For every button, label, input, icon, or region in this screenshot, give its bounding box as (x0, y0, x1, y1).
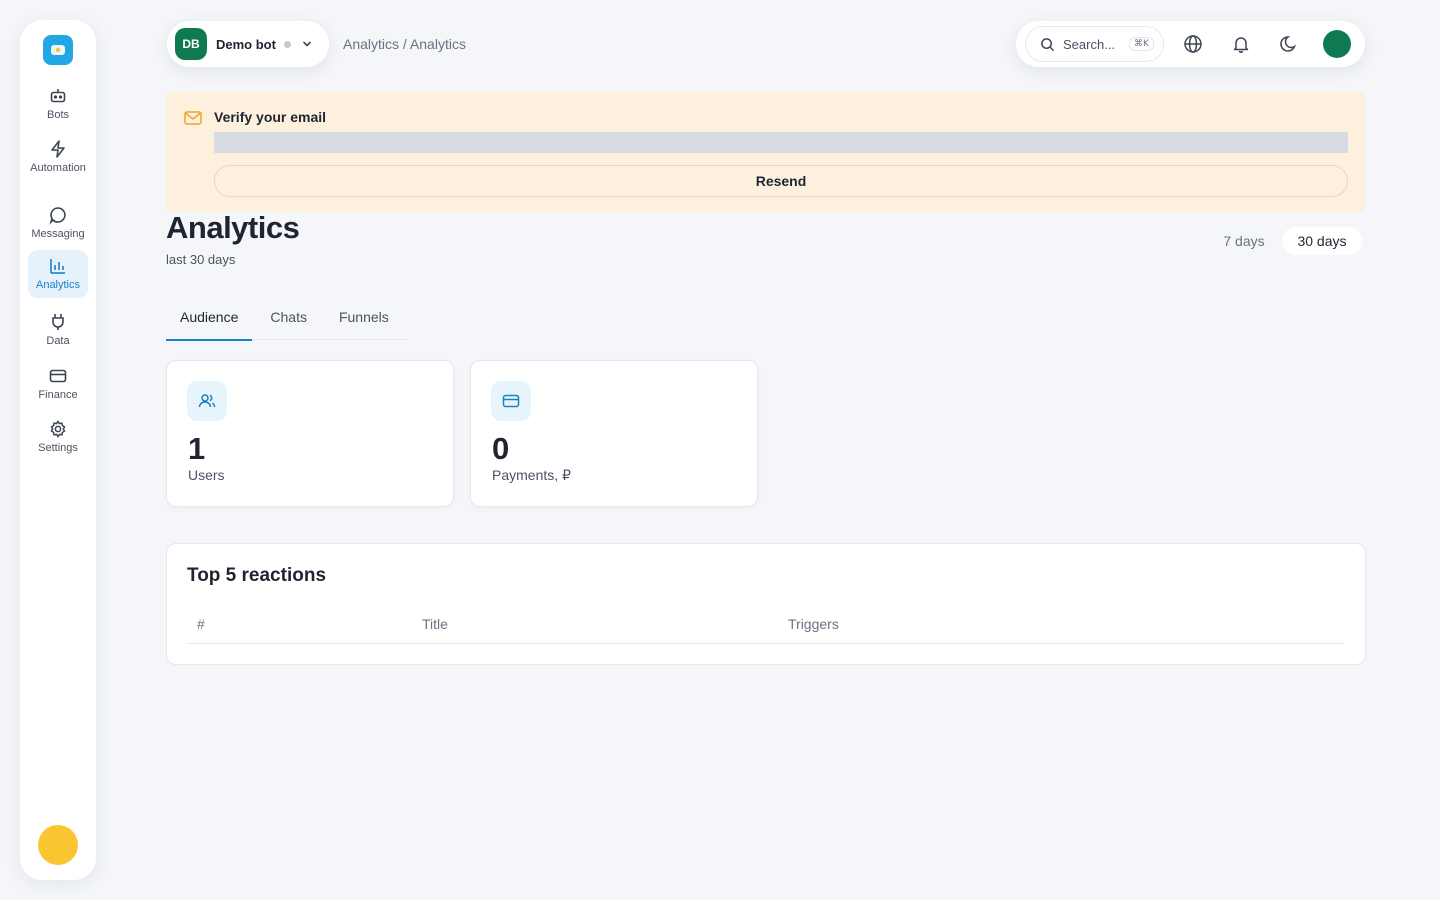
app-logo-icon[interactable] (43, 35, 73, 65)
chat-bubble-icon (49, 207, 66, 225)
range-30-days[interactable]: 30 days (1282, 227, 1362, 255)
analytics-tabs: Audience Chats Funnels (166, 304, 408, 341)
stat-value: 1 (188, 431, 206, 466)
stat-card-users: 1 Users (166, 360, 454, 507)
column-header-title[interactable]: Title (422, 616, 448, 632)
sidebar-item-label: Messaging (31, 228, 85, 240)
top-toolbar: ⌘K (1016, 21, 1365, 67)
credit-card-icon (49, 369, 67, 383)
stat-card-payments: 0 Payments, ₽ (470, 360, 758, 507)
bar-chart-icon (50, 259, 65, 274)
sidebar-item-data[interactable]: Data (28, 306, 88, 350)
sidebar-item-label: Settings (38, 442, 78, 454)
bot-status-dot (283, 40, 291, 48)
sidebar-item-label: Data (46, 335, 70, 347)
search-input[interactable] (1063, 36, 1125, 52)
bot-icon (50, 89, 66, 103)
tab-chats[interactable]: Chats (256, 304, 321, 340)
plug-icon (52, 314, 64, 330)
banner-placeholder-bar (214, 132, 1348, 153)
sidebar-item-label: Bots (46, 109, 69, 121)
globe-icon[interactable] (1183, 34, 1203, 54)
sidebar-item-automation[interactable]: Automation (28, 133, 88, 189)
resend-button[interactable]: Resend (214, 165, 1348, 197)
card-icon (491, 381, 531, 421)
top-reactions-panel: Top 5 reactions # Title Triggers (166, 543, 1366, 665)
bot-avatar: DB (175, 28, 207, 60)
table-header: # Title Triggers (187, 614, 1345, 644)
sidebar: Bots Automation Messaging Analytics Data… (20, 20, 96, 880)
search-shortcut: ⌘K (1129, 37, 1154, 51)
column-header-triggers[interactable]: Triggers (788, 616, 839, 632)
sidebar-item-label: Finance (38, 389, 78, 401)
users-icon (187, 381, 227, 421)
page-subtitle: last 30 days (166, 252, 236, 267)
gear-icon (50, 420, 66, 438)
bell-icon[interactable] (1231, 34, 1251, 54)
search-icon (1041, 37, 1055, 51)
panel-title: Top 5 reactions (187, 565, 327, 586)
sidebar-item-settings[interactable]: Settings (28, 413, 88, 457)
page-title: Analytics (166, 210, 300, 245)
search-box[interactable]: ⌘K (1025, 26, 1164, 62)
range-7-days[interactable]: 7 days (1212, 227, 1276, 255)
stat-label: Payments, ₽ (492, 467, 571, 483)
account-avatar[interactable] (1323, 30, 1351, 58)
mail-icon (184, 111, 202, 125)
tab-funnels[interactable]: Funnels (325, 304, 403, 340)
sidebar-item-label: Analytics (35, 279, 81, 291)
banner-title: Verify your email (214, 109, 327, 125)
sidebar-item-messaging[interactable]: Messaging (28, 199, 88, 243)
sidebar-item-label: Automation (30, 162, 86, 174)
chevron-down-icon (303, 41, 311, 47)
stat-value: 0 (492, 431, 510, 466)
lightning-icon (51, 140, 65, 158)
sidebar-item-analytics[interactable]: Analytics (28, 250, 88, 298)
column-header-index[interactable]: # (197, 616, 205, 632)
stat-label: Users (188, 467, 225, 483)
tab-audience[interactable]: Audience (166, 304, 253, 341)
sidebar-item-bots[interactable]: Bots (28, 80, 88, 122)
bot-name: Demo bot (216, 36, 276, 52)
bot-selector[interactable]: DB Demo bot (167, 21, 329, 67)
sidebar-item-finance[interactable]: Finance (28, 360, 88, 404)
verify-email-banner: Verify your email Resend (166, 92, 1365, 212)
breadcrumb: Analytics / Analytics (343, 36, 466, 52)
moon-icon[interactable] (1279, 34, 1299, 54)
user-avatar[interactable] (38, 825, 78, 865)
